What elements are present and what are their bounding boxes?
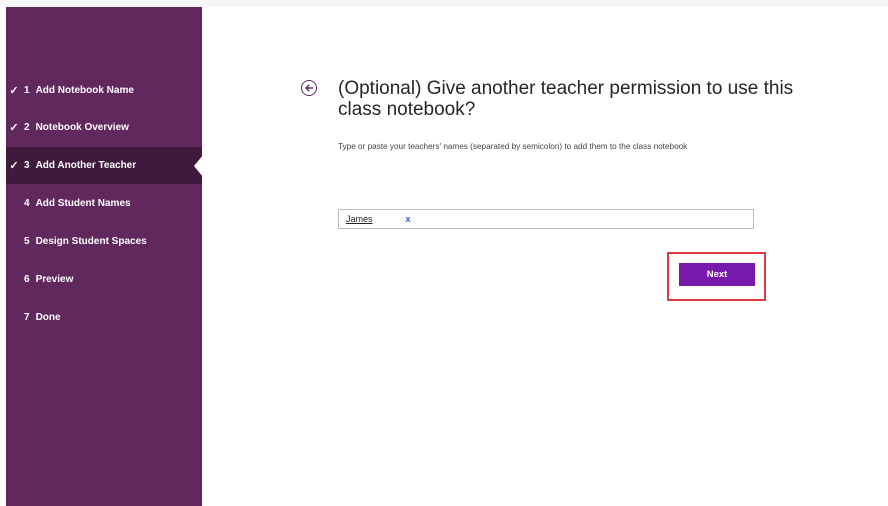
step-number: 6 xyxy=(24,274,30,285)
back-button[interactable] xyxy=(301,80,317,96)
page-title: (Optional) Give another teacher permissi… xyxy=(338,78,794,120)
next-button[interactable]: Next xyxy=(679,263,755,286)
class-notebook-wizard: ✓ 1 Add Notebook Name ✓ 2 Notebook Overv… xyxy=(0,0,888,506)
step-number: 5 xyxy=(24,236,30,247)
step-label: Done xyxy=(35,312,61,323)
step-label: Add Student Names xyxy=(35,198,131,209)
checkmark-icon: ✓ xyxy=(9,160,19,172)
teacher-token-name: James xyxy=(346,214,373,224)
sidebar-step-add-notebook-name[interactable]: ✓ 1 Add Notebook Name xyxy=(6,72,202,109)
step-number: 2 xyxy=(24,122,30,133)
step-label: Design Student Spaces xyxy=(35,236,147,247)
top-strip xyxy=(0,0,888,7)
step-label: Notebook Overview xyxy=(35,122,129,133)
step-label: Add Notebook Name xyxy=(35,85,134,96)
checkmark-icon: ✓ xyxy=(9,85,19,97)
remove-teacher-button[interactable]: x xyxy=(406,214,411,224)
teacher-names-input[interactable]: James x xyxy=(338,209,754,229)
sidebar-step-notebook-overview[interactable]: ✓ 2 Notebook Overview xyxy=(6,109,202,146)
step-number: 7 xyxy=(24,312,30,323)
step-number: 3 xyxy=(24,160,30,171)
sidebar-step-design-student-spaces[interactable]: 5 Design Student Spaces xyxy=(6,223,202,260)
step-number: 4 xyxy=(24,198,30,209)
wizard-sidebar: ✓ 1 Add Notebook Name ✓ 2 Notebook Overv… xyxy=(6,7,203,506)
sidebar-step-add-student-names[interactable]: 4 Add Student Names xyxy=(6,185,202,222)
step-number: 1 xyxy=(24,85,30,96)
checkmark-icon: ✓ xyxy=(9,122,19,134)
arrow-left-circle-icon xyxy=(305,84,314,92)
sidebar-step-done[interactable]: 7 Done xyxy=(6,299,202,336)
sidebar-step-add-another-teacher[interactable]: ✓ 3 Add Another Teacher xyxy=(6,147,203,184)
sidebar-step-preview[interactable]: 6 Preview xyxy=(6,261,202,298)
step-label: Add Another Teacher xyxy=(35,160,137,171)
instructions-text: Type or paste your teachers' names (sepa… xyxy=(338,142,688,151)
step-label: Preview xyxy=(35,274,74,285)
